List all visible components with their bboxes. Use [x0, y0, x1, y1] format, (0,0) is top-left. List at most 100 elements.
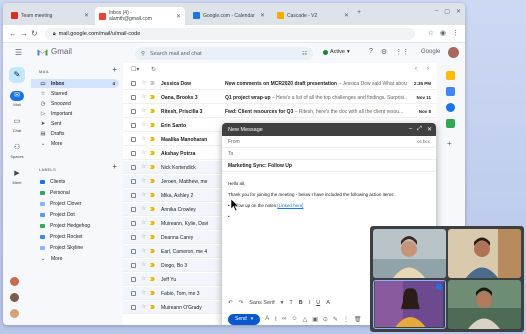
folder-starred[interactable]: ☆ Starred: [31, 89, 119, 98]
search-options-icon[interactable]: ☷: [302, 51, 307, 57]
more-options-icon[interactable]: ⋮: [343, 316, 349, 323]
star-icon[interactable]: ☆: [141, 191, 146, 198]
participant-tile[interactable]: [448, 280, 521, 329]
star-icon[interactable]: ☆: [141, 107, 146, 114]
participant-tile[interactable]: [373, 229, 446, 278]
calendar-app-icon[interactable]: [446, 71, 455, 80]
row-checkbox[interactable]: [131, 235, 136, 240]
label-personal[interactable]: Personal: [31, 188, 119, 197]
to-field[interactable]: To: [222, 148, 436, 160]
underline-icon[interactable]: U: [316, 300, 320, 306]
important-marker-icon[interactable]: [150, 151, 155, 155]
row-checkbox[interactable]: [131, 151, 136, 156]
message-body[interactable]: Hello all, Thank you for joining the mee…: [222, 172, 436, 232]
label-project-clover[interactable]: Project Clover: [31, 199, 119, 208]
close-tab-icon[interactable]: ✕: [84, 12, 89, 19]
star-icon[interactable]: ☆: [141, 177, 146, 184]
from-field[interactable]: From cc bcc: [222, 136, 436, 148]
italic-icon[interactable]: I: [309, 300, 311, 306]
row-checkbox[interactable]: [131, 263, 136, 268]
row-checkbox[interactable]: [131, 95, 136, 100]
minimize-compose-icon[interactable]: –: [409, 126, 412, 133]
table-row[interactable]: ☆ Oana, Brooks 3 Q1 project wrap-up – Here…: [123, 91, 437, 104]
important-marker-icon[interactable]: [150, 95, 155, 99]
address-bar[interactable]: 🔒︎ mail.google.com/mail/u/mail-code: [45, 28, 415, 40]
important-marker-icon[interactable]: [150, 249, 155, 253]
important-marker-icon[interactable]: [150, 193, 155, 197]
row-checkbox[interactable]: [131, 123, 136, 128]
reload-icon[interactable]: ↻: [31, 29, 38, 39]
close-tab-icon[interactable]: ✕: [260, 12, 265, 19]
rail-item-chat[interactable]: ▭ Chat: [3, 117, 31, 133]
row-checkbox[interactable]: [131, 193, 136, 198]
tab-team-meeting[interactable]: Team meeting ✕: [7, 8, 93, 23]
tab-calendar[interactable]: Google.com - Calendar ✕: [189, 8, 269, 23]
notes-link[interactable]: [Linked here]: [277, 203, 303, 208]
row-checkbox[interactable]: [131, 277, 136, 282]
add-label-icon[interactable]: +: [112, 162, 117, 171]
label-project-skyline[interactable]: Project Skyline: [31, 243, 119, 252]
label-project-rocket[interactable]: Project Rocket: [31, 232, 119, 241]
apps-grid-icon[interactable]: ⋮⋮: [395, 48, 409, 56]
important-marker-icon[interactable]: [150, 179, 155, 183]
main-menu-icon[interactable]: ☰: [15, 48, 22, 57]
important-marker-icon[interactable]: [150, 165, 155, 169]
star-icon[interactable]: ☆: [141, 149, 146, 156]
row-checkbox[interactable]: [131, 207, 136, 212]
row-checkbox[interactable]: [131, 81, 136, 86]
star-icon[interactable]: ☆: [141, 135, 146, 142]
folder-drafts[interactable]: ▤ Drafts: [31, 129, 119, 138]
send-options-chevron-icon[interactable]: ▾: [251, 316, 254, 322]
next-page-icon[interactable]: ›: [427, 66, 429, 72]
font-selector[interactable]: Sans Serif: [249, 300, 274, 306]
star-icon[interactable]: ☆: [141, 205, 146, 212]
important-marker-icon[interactable]: [150, 81, 155, 85]
row-checkbox[interactable]: [131, 221, 136, 226]
tab-inbox[interactable]: Inbox (4) - alamth@gmail.com ✕: [95, 7, 185, 25]
folder-important[interactable]: ▷ Important: [31, 109, 119, 118]
redo-icon[interactable]: ↷: [239, 300, 244, 306]
tasks-app-icon[interactable]: [446, 103, 455, 112]
attach-file-icon[interactable]: ⌇: [274, 316, 277, 323]
settings-gear-icon[interactable]: ⚙: [381, 48, 387, 56]
star-icon[interactable]: ☆: [141, 233, 146, 240]
send-button[interactable]: Send ▾: [228, 313, 261, 325]
search-bar[interactable]: ⚲ Search mail and chat ☷: [135, 47, 313, 60]
drive-icon[interactable]: △: [303, 316, 308, 323]
star-icon[interactable]: ☆: [141, 275, 146, 282]
important-marker-icon[interactable]: [150, 277, 155, 281]
font-size-icon[interactable]: T: [289, 300, 292, 306]
emoji-icon[interactable]: ☺: [291, 316, 297, 322]
row-checkbox[interactable]: [131, 249, 136, 254]
star-icon[interactable]: ☆: [141, 247, 146, 254]
fullscreen-icon[interactable]: ⤢: [417, 126, 422, 133]
important-marker-icon[interactable]: [150, 221, 155, 225]
status-selector[interactable]: Active ▾: [323, 49, 350, 55]
bookmark-star-icon[interactable]: ☆: [428, 29, 434, 37]
important-marker-icon[interactable]: [150, 207, 155, 211]
insert-link-icon[interactable]: ∞: [282, 316, 286, 322]
confidential-mode-icon[interactable]: ⊙: [323, 316, 328, 323]
new-tab-icon[interactable]: +: [357, 9, 361, 16]
important-marker-icon[interactable]: [150, 263, 155, 267]
star-icon[interactable]: ☆: [141, 219, 146, 226]
discard-draft-icon[interactable]: 🗑︎: [354, 316, 362, 323]
compose-header[interactable]: New Message – ⤢ ✕: [222, 123, 436, 136]
text-color-icon[interactable]: A: [326, 300, 330, 306]
menu-dots-icon[interactable]: ⋮: [452, 29, 459, 37]
prev-page-icon[interactable]: ‹: [415, 66, 417, 72]
chat-contact-avatar[interactable]: [10, 293, 19, 302]
star-icon[interactable]: ☆: [141, 261, 146, 268]
add-icon[interactable]: +: [112, 65, 117, 74]
table-row[interactable]: ☆ Ritesh, Priscilla 3 Fwd: Client resource…: [123, 105, 437, 118]
account-avatar[interactable]: [448, 47, 459, 58]
chevron-down-icon[interactable]: ▾: [281, 300, 284, 306]
extension-icon[interactable]: ◉: [440, 29, 446, 37]
star-icon[interactable]: ☆: [141, 289, 146, 296]
chat-contact-avatar[interactable]: [10, 309, 19, 318]
gmail-logo[interactable]: Gmail: [37, 47, 72, 56]
signature-icon[interactable]: ✎: [333, 316, 338, 323]
important-marker-icon[interactable]: [150, 235, 155, 239]
folder-snoozed[interactable]: ◷ Snoozed: [31, 99, 119, 108]
subject-field[interactable]: Marketing Sync: Follow Up: [222, 160, 436, 172]
